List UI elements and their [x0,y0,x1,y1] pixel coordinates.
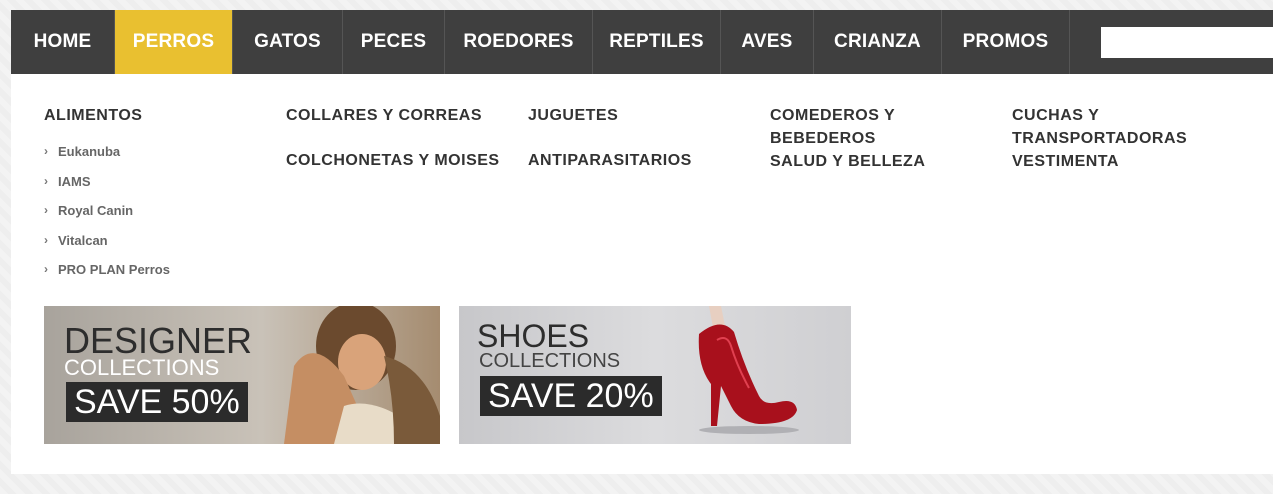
nav-item-reptiles[interactable]: REPTILES [593,10,721,74]
menu-heading-cuchas[interactable]: CUCHAS Y TRANSPORTADORAS [1012,104,1212,150]
brand-label: Eukanuba [58,144,121,159]
menu-heading-vestimenta[interactable]: VESTIMENTA [1012,150,1212,173]
nav-item-gatos[interactable]: GATOS [233,10,343,74]
nav-item-home[interactable]: HOME [11,10,115,74]
nav-item-crianza[interactable]: CRIANZA [814,10,942,74]
nav-item-peces[interactable]: PECES [343,10,445,74]
banner-discount: SAVE 50% [66,382,248,422]
banner-discount: SAVE 20% [480,376,662,416]
alimentos-brand-list: › Eukanuba › IAMS › Royal Canin › Vitalcan ›… [44,137,264,285]
menu-heading-alimentos[interactable]: ALIMENTOS [44,104,264,127]
menu-column-2: COLLARES Y CORREAS COLCHONETAS Y MOISES [286,104,516,172]
shoes-collections-banner[interactable]: SHOES COLLECTIONS SAVE 20% [459,306,851,444]
nav-item-roedores[interactable]: ROEDORES [445,10,593,74]
menu-heading-comederos[interactable]: COMEDEROS Y BEBEDEROS [770,104,940,150]
main-nav: HOME PERROS GATOS PECES ROEDORES REPTILE… [11,10,1273,74]
chevron-right-icon: › [44,262,48,276]
list-item[interactable]: › Eukanuba [44,137,264,167]
chevron-right-icon: › [44,232,48,247]
list-item[interactable]: › Vitalcan [44,226,264,256]
list-item[interactable]: › PRO PLAN Perros [44,255,264,285]
nav-item-perros[interactable]: PERROS [115,10,233,74]
chevron-right-icon: › [44,203,48,217]
menu-column-4: COMEDEROS Y BEBEDEROS SALUD Y BELLEZA [770,104,940,173]
chevron-right-icon: › [44,173,48,188]
menu-column-3: JUGUETES ANTIPARASITARIOS [528,104,748,172]
chevron-right-icon: › [44,144,48,158]
menu-heading-salud[interactable]: SALUD Y BELLEZA [770,150,940,173]
banner-subtitle: COLLECTIONS [479,350,621,372]
menu-heading-antiparasitarios[interactable]: ANTIPARASITARIOS [528,149,748,172]
search-input[interactable] [1101,27,1273,58]
menu-heading-juguetes[interactable]: JUGUETES [528,104,748,127]
banner-subtitle: COLLECTIONS [64,355,220,380]
list-item[interactable]: › IAMS [44,167,264,197]
brand-label: Vitalcan [58,232,108,248]
list-item[interactable]: › Royal Canin [44,196,264,226]
brand-label: IAMS [58,173,91,189]
designer-collections-banner[interactable]: DESIGNER COLLECTIONS SAVE 50% [44,306,440,444]
nav-item-promos[interactable]: PROMOS [942,10,1070,74]
menu-column-alimentos: ALIMENTOS › Eukanuba › IAMS › Royal Canin ›… [44,104,264,285]
brand-label: Royal Canin [58,203,134,218]
mega-menu-panel: ALIMENTOS › Eukanuba › IAMS › Royal Canin ›… [11,74,1273,474]
mega-menu-frame: HOME PERROS GATOS PECES ROEDORES REPTILE… [11,10,1273,494]
nav-item-aves[interactable]: AVES [721,10,814,74]
brand-label: PRO PLAN Perros [58,262,170,277]
menu-heading-colchonetas[interactable]: COLCHONETAS Y MOISES [286,149,516,172]
menu-column-5: CUCHAS Y TRANSPORTADORAS VESTIMENTA [1012,104,1212,173]
menu-heading-collares[interactable]: COLLARES Y CORREAS [286,104,516,127]
